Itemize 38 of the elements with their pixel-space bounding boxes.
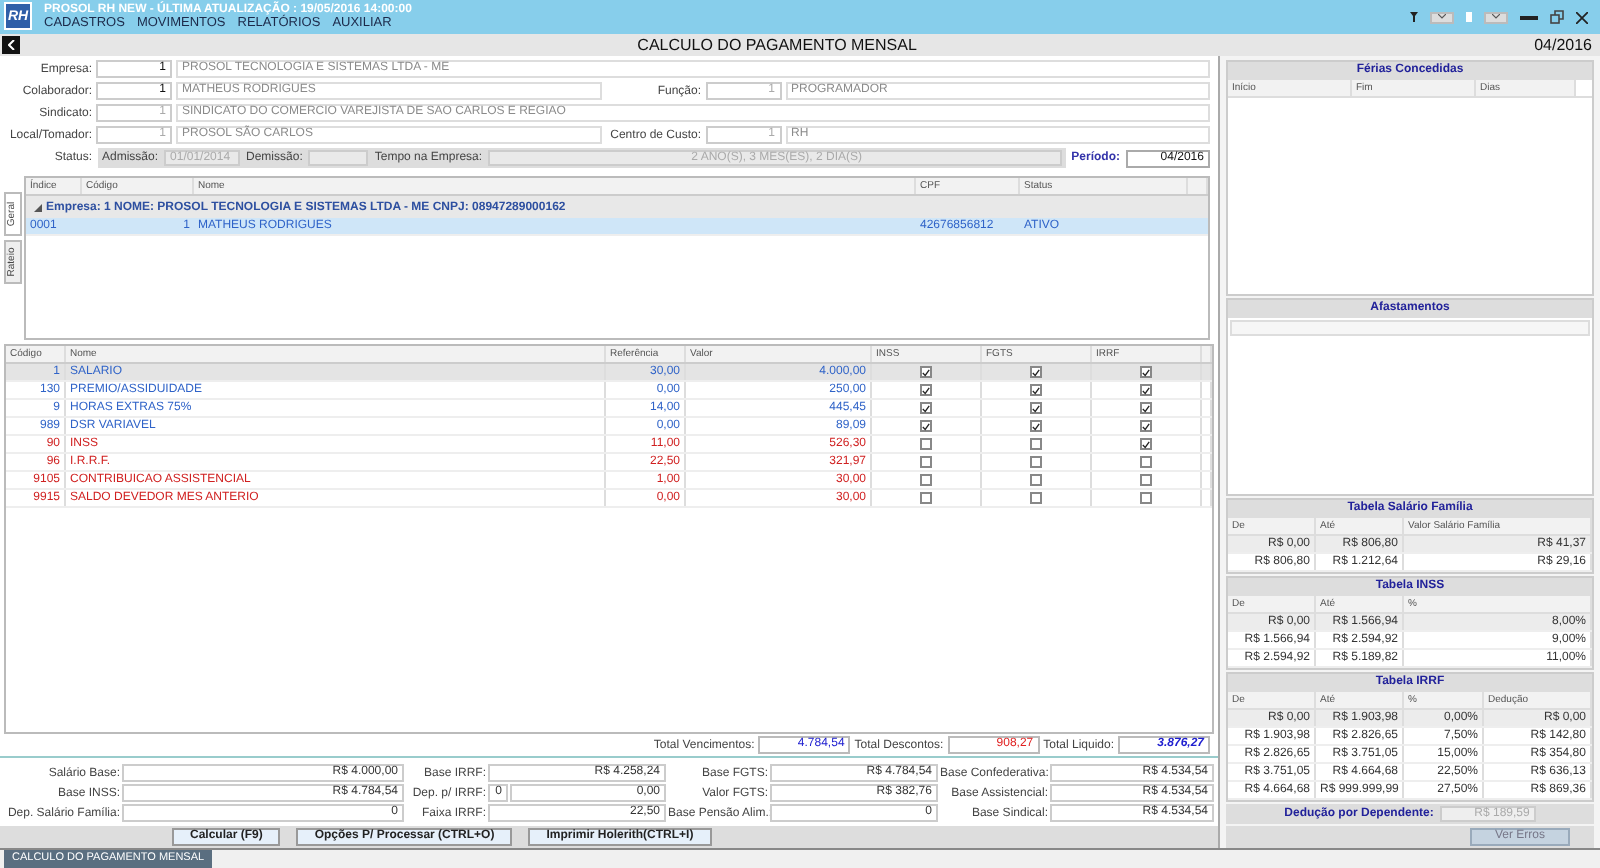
checkbox[interactable] (920, 420, 932, 432)
back-button[interactable] (2, 36, 20, 54)
chevron-icon (1438, 14, 1446, 20)
checkbox[interactable] (920, 366, 932, 378)
checkbox[interactable] (1030, 402, 1042, 414)
checkbox[interactable] (920, 402, 932, 414)
checkbox[interactable] (920, 492, 932, 504)
checkbox[interactable] (1140, 456, 1152, 468)
restore-icon[interactable] (1550, 10, 1564, 24)
close-icon[interactable] (1576, 11, 1588, 23)
checkbox[interactable] (1030, 474, 1042, 486)
checkbox[interactable] (1030, 438, 1042, 450)
checkbox[interactable] (1030, 420, 1042, 432)
checkbox[interactable] (920, 384, 932, 396)
checkbox[interactable] (1030, 456, 1042, 468)
checkbox[interactable] (1140, 420, 1152, 432)
checkbox[interactable] (1140, 402, 1152, 414)
filter-icon[interactable] (1410, 12, 1418, 22)
chevron-icon (1492, 14, 1500, 20)
checkbox[interactable] (920, 438, 932, 450)
checkbox[interactable] (1140, 438, 1152, 450)
checkbox[interactable] (920, 456, 932, 468)
dismissal-field[interactable] (308, 150, 369, 166)
minimize-icon[interactable] (1520, 15, 1538, 19)
period-label: 04/2016 (1534, 36, 1592, 54)
checkbox[interactable] (1030, 366, 1042, 378)
filter-field[interactable] (1230, 320, 1590, 337)
expand-icon[interactable] (34, 203, 42, 211)
checkbox[interactable] (1140, 492, 1152, 504)
checkbox[interactable] (1030, 492, 1042, 504)
page-title: CALCULO DO PAGAMENTO MENSAL (635, 36, 919, 54)
checkbox[interactable] (1030, 384, 1042, 396)
checkbox[interactable] (1140, 366, 1152, 378)
checkbox[interactable] (1140, 474, 1152, 486)
dropdown[interactable] (1430, 11, 1454, 23)
checkbox[interactable] (920, 474, 932, 486)
dropdown[interactable] (1484, 11, 1508, 23)
checkbox[interactable] (1140, 384, 1152, 396)
